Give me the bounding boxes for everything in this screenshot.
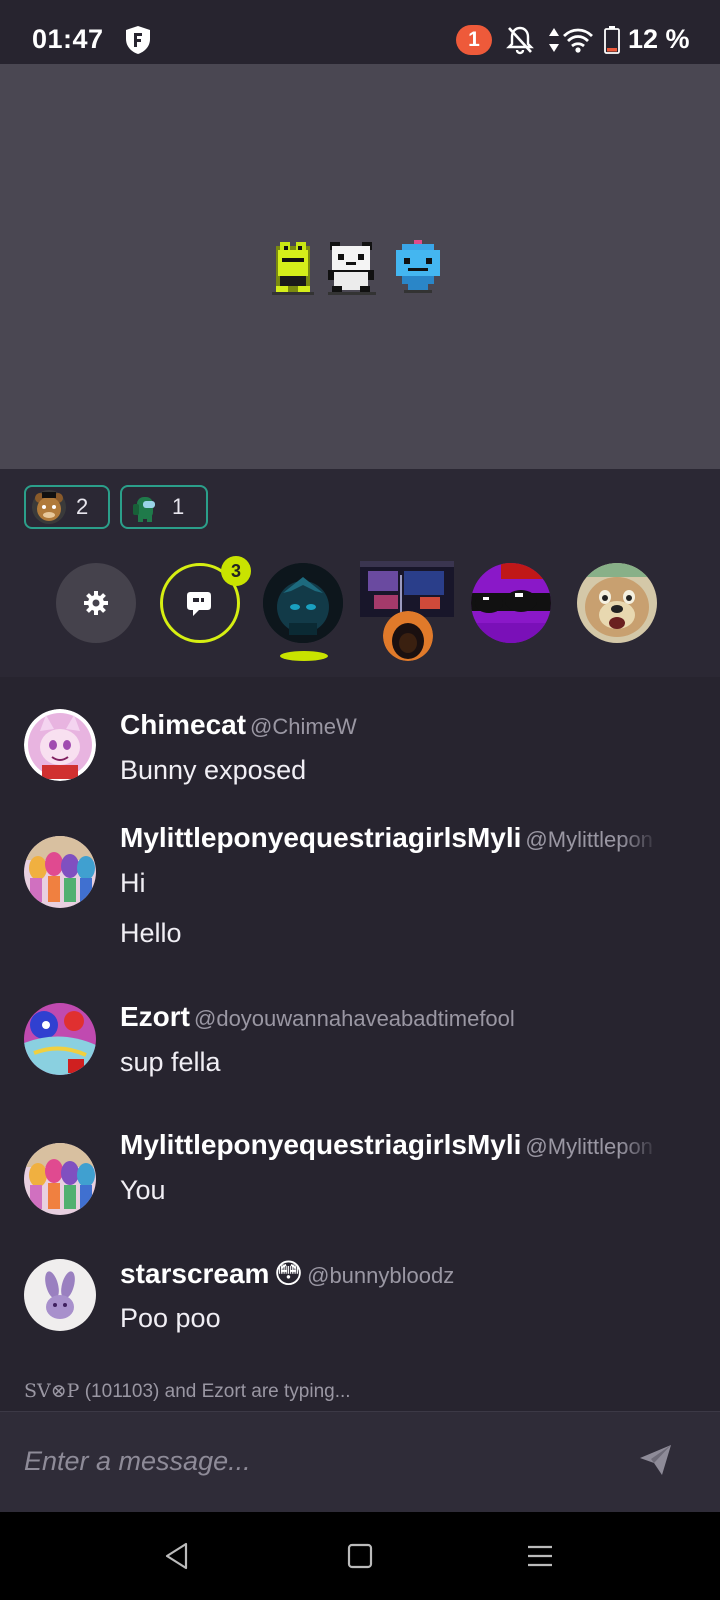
chat-bubble-icon (187, 592, 211, 616)
purple-avatar (471, 563, 551, 643)
bunny-avatar-image (24, 1259, 96, 1331)
flushed-emoji: 😳 (273, 1257, 304, 1290)
sender-handle: @ChimeW (250, 714, 357, 739)
pony-avatar-image (24, 1143, 96, 1215)
frog-sprite (272, 242, 314, 295)
user-avatar[interactable] (24, 836, 96, 908)
unread-badge: 3 (221, 556, 251, 586)
reaction-chip[interactable]: 1 (120, 485, 208, 529)
pixel-sprites-image (272, 240, 440, 295)
message-text: Hello (120, 918, 182, 948)
typing-text: (101103) and Ezort are typing... (79, 1381, 351, 1402)
participant-avatar[interactable] (471, 563, 551, 643)
message-text: You (120, 1175, 166, 1205)
home-icon[interactable] (347, 1543, 373, 1569)
sender-name[interactable]: starscream (120, 1258, 269, 1289)
send-icon[interactable] (638, 1442, 674, 1478)
bear-avatar (32, 490, 66, 524)
bell-off-icon (506, 26, 534, 55)
menu-icon[interactable] (527, 1544, 553, 1568)
user-avatar[interactable] (24, 1003, 96, 1075)
typing-user-name: SV⊗P (24, 1380, 80, 1402)
message-list[interactable]: Chimecat @ChimeW Bunny exposed Mylittlepo… (0, 677, 720, 1377)
settings-button[interactable] (56, 563, 136, 643)
reaction-chip[interactable]: 2 (24, 485, 110, 529)
message-text: Hi (120, 868, 146, 898)
reaction-count: 2 (76, 494, 89, 519)
back-icon[interactable] (164, 1542, 190, 1570)
message-text: sup fella (120, 1047, 221, 1077)
status-time: 01:47 (32, 24, 104, 54)
user-avatar[interactable] (24, 1143, 96, 1215)
sender-name[interactable]: Ezort (120, 1001, 190, 1032)
wifi-icon (563, 28, 593, 53)
notification-badge: 1 (456, 25, 492, 55)
message-composer (0, 1411, 720, 1512)
participant-avatar[interactable] (577, 563, 657, 643)
typing-indicator: SV⊗P (101103) and Ezort are typing... (24, 1380, 351, 1403)
dog-avatar (577, 563, 657, 643)
battery-percent: 12 % (628, 24, 690, 54)
participant-avatar[interactable] (263, 563, 343, 643)
pony-avatar-image (24, 836, 96, 908)
speaking-indicator (280, 651, 328, 661)
overflow-fade (620, 1129, 660, 1161)
streamer-avatar[interactable] (383, 611, 433, 661)
data-arrows-icon (549, 28, 559, 52)
message-text: Poo poo (120, 1303, 221, 1333)
shield-icon (126, 26, 150, 54)
user-avatar[interactable] (24, 709, 96, 781)
stream-preview-image[interactable] (360, 561, 454, 617)
message-input[interactable] (24, 1438, 604, 1484)
sender-handle: @doyouwannahaveabadtimefool (194, 1006, 515, 1031)
room-stage (0, 64, 720, 469)
chimecat-avatar-image (24, 709, 96, 781)
ezort-avatar-image (24, 1003, 96, 1075)
reaction-count: 1 (172, 494, 185, 519)
gear-icon (84, 591, 108, 615)
sender-name[interactable]: Chimecat (120, 709, 246, 740)
sender-handle: @bunnybloodz (307, 1263, 455, 1288)
overflow-fade (620, 822, 660, 854)
sender-name[interactable]: MylittleponyequestriagirlsMyli (120, 1129, 521, 1160)
battery-icon (604, 26, 620, 54)
user-avatar[interactable] (24, 1259, 96, 1331)
dark-avatar (263, 563, 343, 643)
sender-name[interactable]: MylittleponyequestriagirlsMyli (120, 822, 521, 853)
crewmate-avatar (128, 490, 162, 524)
panda-sprite (328, 242, 376, 295)
ghost-sprite (396, 240, 440, 293)
message-text: Bunny exposed (120, 755, 307, 785)
system-nav-bar (0, 1512, 720, 1600)
